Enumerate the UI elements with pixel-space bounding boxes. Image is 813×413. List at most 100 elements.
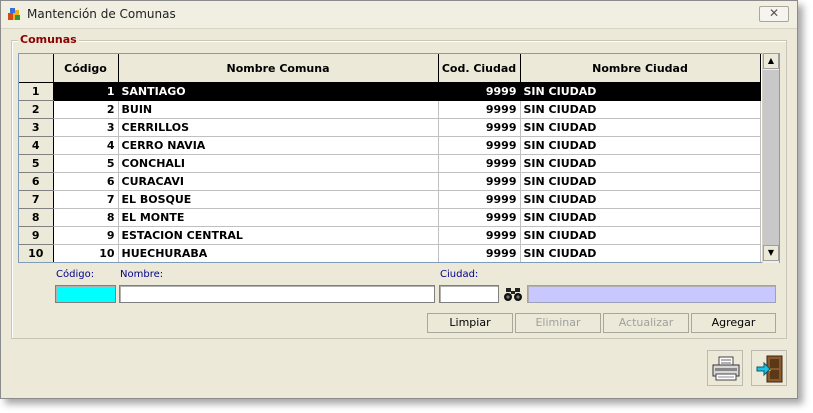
row-header[interactable]: 3 [19,118,54,137]
grid-table: Código Nombre Comuna Cod. Ciudad Nombre … [19,54,761,262]
cell-codigo[interactable]: 7 [53,190,119,209]
column-header-cod-ciudad[interactable]: Cod. Ciudad [438,54,521,83]
cell-nombre-ciudad[interactable]: SIN CIUDAD [520,154,761,173]
cell-nombre-ciudad[interactable]: SIN CIUDAD [520,190,761,209]
cell-codigo[interactable]: 10 [53,244,119,262]
nombre-label: Nombre: [120,269,164,280]
table-row[interactable]: 2 2 BUIN 9999 SIN CIUDAD [19,100,761,119]
cell-cod-ciudad[interactable]: 9999 [438,118,521,137]
column-header-nombre-comuna[interactable]: Nombre Comuna [118,54,439,83]
cell-codigo[interactable]: 6 [53,172,119,191]
window-title: Mantención de Comunas [27,7,176,21]
grid-vertical-scrollbar[interactable]: ▲ ▼ [762,53,779,263]
cell-nombre-comuna[interactable]: CERRILLOS [118,118,439,137]
arrow-up-icon: ▲ [767,56,775,65]
ciudad-label: Ciudad: [440,269,479,280]
limpiar-label: Limpiar [449,316,491,329]
cell-nombre-ciudad[interactable]: SIN CIUDAD [520,118,761,137]
cell-nombre-comuna[interactable]: EL BOSQUE [118,190,439,209]
cell-nombre-ciudad[interactable]: SIN CIUDAD [520,172,761,191]
eliminar-button[interactable]: Eliminar [515,313,601,333]
row-header-corner[interactable] [19,54,54,83]
cell-nombre-comuna[interactable]: CERRO NAVIA [118,136,439,155]
column-header-codigo[interactable]: Código [53,54,119,83]
cell-codigo[interactable]: 5 [53,154,119,173]
agregar-label: Agregar [711,316,756,329]
ciudad-input[interactable] [439,285,499,303]
cell-codigo[interactable]: 4 [53,136,119,155]
comunas-grid[interactable]: Código Nombre Comuna Cod. Ciudad Nombre … [18,53,780,263]
cell-nombre-comuna[interactable]: ESTACION CENTRAL [118,226,439,245]
nombre-input[interactable] [119,285,435,303]
cell-codigo[interactable]: 1 [53,82,119,101]
exit-door-icon [755,354,785,387]
ciudad-nombre-display [527,285,776,303]
row-header[interactable]: 8 [19,208,54,227]
table-row[interactable]: 10 10 HUECHURABA 9999 SIN CIUDAD [19,244,761,262]
row-header[interactable]: 7 [19,190,54,209]
cell-codigo[interactable]: 9 [53,226,119,245]
table-row[interactable]: 4 4 CERRO NAVIA 9999 SIN CIUDAD [19,136,761,155]
actualizar-button[interactable]: Actualizar [603,313,689,333]
cell-cod-ciudad[interactable]: 9999 [438,208,521,227]
actualizar-label: Actualizar [618,316,674,329]
row-header[interactable]: 10 [19,244,54,262]
cell-nombre-comuna[interactable]: SANTIAGO [118,82,439,101]
cell-nombre-ciudad[interactable]: SIN CIUDAD [520,82,761,101]
row-header[interactable]: 1 [19,82,54,101]
scroll-up-button[interactable]: ▲ [763,53,779,69]
table-row[interactable]: 1 1 SANTIAGO 9999 SIN CIUDAD [19,82,761,101]
row-header[interactable]: 2 [19,100,54,119]
app-icon [7,7,21,21]
cell-nombre-comuna[interactable]: CONCHALI [118,154,439,173]
eliminar-label: Eliminar [535,316,581,329]
exit-button[interactable] [751,350,787,386]
row-header[interactable]: 6 [19,172,54,191]
codigo-input[interactable] [55,285,116,303]
table-row[interactable]: 3 3 CERRILLOS 9999 SIN CIUDAD [19,118,761,137]
cell-codigo[interactable]: 8 [53,208,119,227]
close-icon: ✕ [768,6,780,20]
grid-body: 1 1 SANTIAGO 9999 SIN CIUDAD 2 2 BUIN 9999 SIN CI… [19,82,761,262]
cell-cod-ciudad[interactable]: 9999 [438,172,521,191]
cell-nombre-comuna[interactable]: BUIN [118,100,439,119]
cell-cod-ciudad[interactable]: 9999 [438,190,521,209]
limpiar-button[interactable]: Limpiar [427,313,513,333]
cell-cod-ciudad[interactable]: 9999 [438,82,521,101]
agregar-button[interactable]: Agregar [691,313,776,333]
cell-nombre-comuna[interactable]: CURACAVI [118,172,439,191]
cell-cod-ciudad[interactable]: 9999 [438,154,521,173]
codigo-label: Código: [56,269,95,280]
row-header[interactable]: 4 [19,136,54,155]
cell-cod-ciudad[interactable]: 9999 [438,226,521,245]
row-header[interactable]: 9 [19,226,54,245]
cell-nombre-ciudad[interactable]: SIN CIUDAD [520,100,761,119]
cell-codigo[interactable]: 2 [53,100,119,119]
close-button[interactable]: ✕ [759,6,789,22]
arrow-down-icon: ▼ [767,248,775,257]
cell-cod-ciudad[interactable]: 9999 [438,100,521,119]
table-row[interactable]: 7 7 EL BOSQUE 9999 SIN CIUDAD [19,190,761,209]
table-row[interactable]: 8 8 EL MONTE 9999 SIN CIUDAD [19,208,761,227]
group-label: Comunas [18,33,79,46]
cell-nombre-comuna[interactable]: HUECHURABA [118,244,439,262]
table-row[interactable]: 6 6 CURACAVI 9999 SIN CIUDAD [19,172,761,191]
cell-nombre-ciudad[interactable]: SIN CIUDAD [520,226,761,245]
cell-codigo[interactable]: 3 [53,118,119,137]
cell-nombre-ciudad[interactable]: SIN CIUDAD [520,136,761,155]
scroll-thumb[interactable] [763,70,779,246]
print-button[interactable] [707,350,743,386]
cell-cod-ciudad[interactable]: 9999 [438,244,521,262]
table-row[interactable]: 9 9 ESTACION CENTRAL 9999 SIN CIUDAD [19,226,761,245]
printer-icon [711,355,741,386]
title-bar[interactable]: Mantención de Comunas ✕ [1,1,797,29]
binoculars-icon[interactable] [503,285,523,303]
cell-nombre-comuna[interactable]: EL MONTE [118,208,439,227]
table-row[interactable]: 5 5 CONCHALI 9999 SIN CIUDAD [19,154,761,173]
cell-cod-ciudad[interactable]: 9999 [438,136,521,155]
cell-nombre-ciudad[interactable]: SIN CIUDAD [520,208,761,227]
cell-nombre-ciudad[interactable]: SIN CIUDAD [520,244,761,262]
column-header-nombre-ciudad[interactable]: Nombre Ciudad [520,54,761,83]
row-header[interactable]: 5 [19,154,54,173]
scroll-down-button[interactable]: ▼ [763,245,779,261]
